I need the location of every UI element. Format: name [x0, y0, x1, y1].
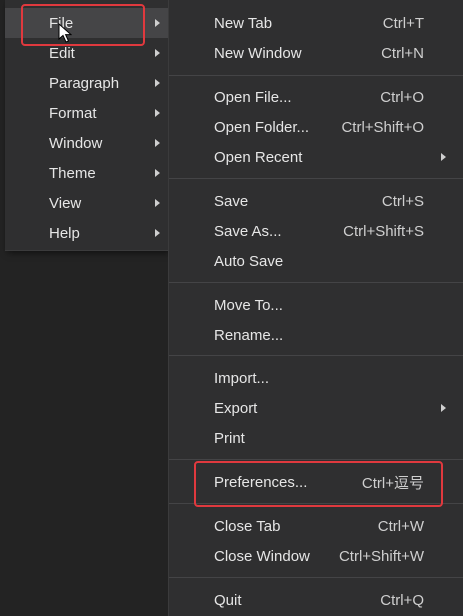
menu-divider: [169, 178, 463, 179]
menu-item-open-recent[interactable]: Open Recent: [169, 142, 463, 172]
shortcut-label: Ctrl+W: [377, 517, 424, 535]
app-stage: File Edit Paragraph Format Window Theme …: [0, 0, 463, 616]
menu-item-label: Close Tab: [214, 517, 281, 535]
chevron-right-icon: [441, 404, 446, 412]
menu-divider: [169, 75, 463, 76]
menu-item-label: Import...: [214, 369, 270, 387]
menu-divider: [169, 282, 463, 283]
menu-divider: [169, 355, 463, 356]
menu-item-export[interactable]: Export: [169, 393, 463, 423]
shortcut-label: Ctrl+O: [380, 88, 424, 106]
shortcut-label: Ctrl+Q: [380, 591, 424, 609]
menu-item-format[interactable]: Format: [5, 98, 168, 128]
menu-item-label: Edit: [49, 44, 75, 62]
menu-item-label: New Tab: [214, 14, 273, 32]
chevron-right-icon: [155, 139, 160, 147]
menu-item-help[interactable]: Help: [5, 218, 168, 248]
chevron-right-icon: [155, 19, 160, 27]
menu-item-label: Theme: [49, 164, 96, 182]
menu-item-rename[interactable]: Rename...: [169, 320, 463, 350]
menu-item-view[interactable]: View: [5, 188, 168, 218]
menu-item-print[interactable]: Print: [169, 423, 463, 453]
menu-item-label: Open File...: [214, 88, 292, 106]
chevron-right-icon: [155, 199, 160, 207]
menu-item-save[interactable]: Save Ctrl+S: [169, 186, 463, 216]
menu-item-close-tab[interactable]: Close Tab Ctrl+W: [169, 511, 463, 541]
chevron-right-icon: [155, 49, 160, 57]
menu-item-label: Move To...: [214, 296, 283, 314]
menu-item-label: Rename...: [214, 326, 284, 344]
menu-item-open-folder[interactable]: Open Folder... Ctrl+Shift+O: [169, 112, 463, 142]
shortcut-label: Ctrl+Shift+W: [338, 547, 424, 565]
menu-item-label: Open Folder...: [214, 118, 310, 136]
highlight-box-preferences: [194, 461, 443, 507]
shortcut-label: Ctrl+Shift+O: [341, 118, 424, 136]
shortcut-label: Ctrl+Shift+S: [343, 222, 424, 240]
menu-item-label: Quit: [214, 591, 242, 609]
menu-item-import[interactable]: Import...: [169, 363, 463, 393]
menu-item-close-window[interactable]: Close Window Ctrl+Shift+W: [169, 541, 463, 571]
menu-item-label: Help: [49, 224, 80, 242]
menu-item-label: Export: [214, 399, 258, 417]
chevron-right-icon: [155, 109, 160, 117]
menu-item-paragraph[interactable]: Paragraph: [5, 68, 168, 98]
menu-divider: [169, 459, 463, 460]
menu-item-label: New Window: [214, 44, 302, 62]
menu-item-new-window[interactable]: New Window Ctrl+N: [169, 38, 463, 68]
menu-item-label: Auto Save: [214, 252, 284, 270]
menu-item-window[interactable]: Window: [5, 128, 168, 158]
mouse-cursor-icon: [58, 23, 72, 43]
menu-item-label: Print: [214, 429, 245, 447]
menu-item-label: Paragraph: [49, 74, 120, 92]
menu-item-label: Close Window: [214, 547, 310, 565]
shortcut-label: Ctrl+S: [381, 192, 424, 210]
menu-item-label: Save: [214, 192, 249, 210]
menu-item-label: Open Recent: [214, 148, 303, 166]
file-submenu: New Tab Ctrl+T New Window Ctrl+N Open Fi…: [168, 0, 463, 616]
chevron-right-icon: [441, 153, 446, 161]
chevron-right-icon: [155, 169, 160, 177]
menu-item-theme[interactable]: Theme: [5, 158, 168, 188]
menu-item-label: Save As...: [214, 222, 282, 240]
shortcut-label: Ctrl+T: [382, 14, 424, 32]
highlight-box-file: [21, 4, 145, 46]
menu-item-label: Format: [49, 104, 97, 122]
menu-item-label: View: [49, 194, 82, 212]
shortcut-label: Ctrl+N: [381, 44, 424, 62]
menu-item-quit[interactable]: Quit Ctrl+Q: [169, 585, 463, 615]
chevron-right-icon: [155, 79, 160, 87]
menu-item-new-tab[interactable]: New Tab Ctrl+T: [169, 8, 463, 38]
menu-item-save-as[interactable]: Save As... Ctrl+Shift+S: [169, 216, 463, 246]
menu-item-move-to[interactable]: Move To...: [169, 290, 463, 320]
menu-divider: [169, 577, 463, 578]
menu-item-auto-save[interactable]: Auto Save: [169, 246, 463, 276]
chevron-right-icon: [155, 229, 160, 237]
menu-item-open-file[interactable]: Open File... Ctrl+O: [169, 82, 463, 112]
menu-item-label: Window: [49, 134, 103, 152]
